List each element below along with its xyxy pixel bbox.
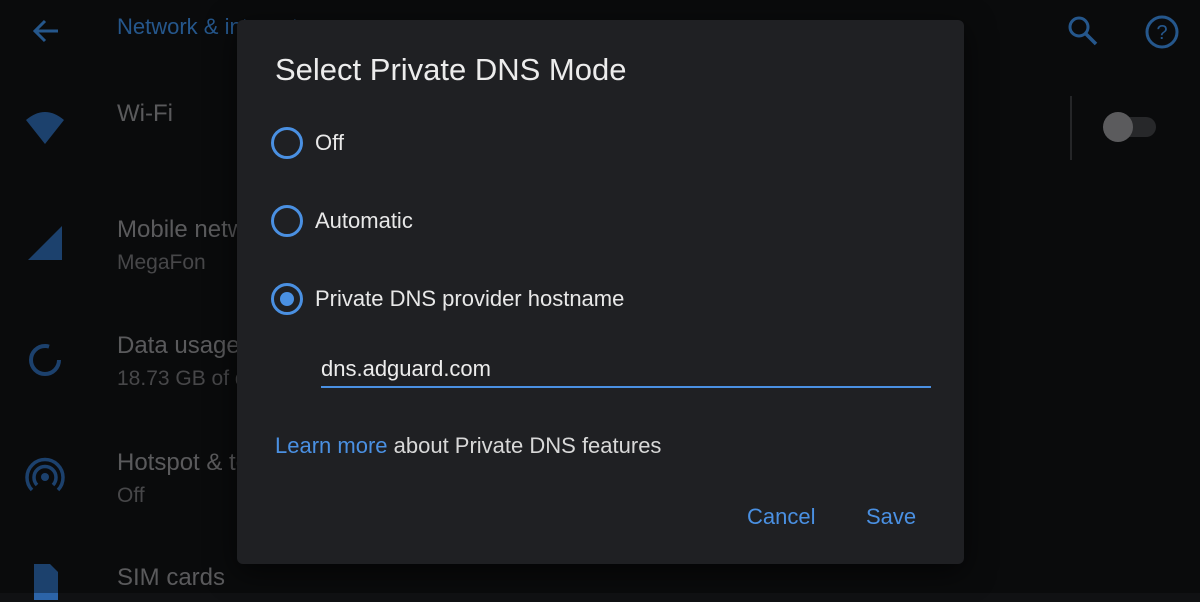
option-hostname[interactable]: Private DNS provider hostname [271,280,871,320]
option-automatic-label: Automatic [315,208,413,233]
learn-more-text: Learn more about Private DNS features [275,433,661,459]
radio-off[interactable] [271,127,303,159]
radio-hostname[interactable] [271,283,303,315]
option-hostname-label: Private DNS provider hostname [315,286,625,311]
radio-automatic[interactable] [271,205,303,237]
hostname-input[interactable] [321,352,931,388]
option-automatic[interactable]: Automatic [271,202,871,242]
save-button[interactable]: Save [866,504,916,530]
radio-selected-dot [280,292,294,306]
learn-more-link[interactable]: Learn more [275,433,388,458]
cancel-button[interactable]: Cancel [747,504,815,530]
learn-more-suffix: about Private DNS features [387,433,662,458]
private-dns-dialog: Select Private DNS Mode Off Automatic Pr… [237,20,964,564]
option-off-label: Off [315,130,344,155]
dialog-title: Select Private DNS Mode [275,52,627,87]
option-off[interactable]: Off [271,124,871,164]
